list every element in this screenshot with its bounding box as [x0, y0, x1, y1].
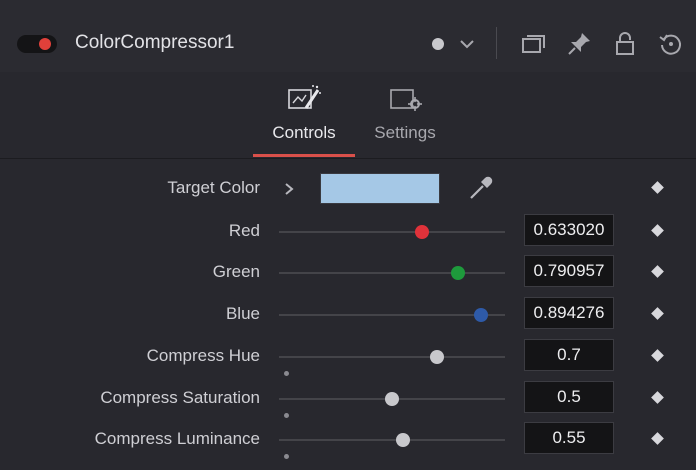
blue-slider-knob[interactable]: [474, 308, 489, 322]
pin-icon[interactable]: [565, 30, 593, 58]
chevron-down-icon[interactable]: [458, 30, 476, 58]
active-dot-icon[interactable]: [428, 30, 450, 58]
compress-hue-slider-knob[interactable]: [430, 350, 445, 364]
blue-label: Blue: [225, 304, 260, 323]
compress-hue-slider[interactable]: [279, 350, 505, 376]
red-row: Red 0.633020: [0, 211, 696, 251]
enable-dot-icon: [39, 38, 51, 50]
compress-saturation-label: Compress Saturation: [100, 388, 260, 407]
compress-hue-label: Compress Hue: [146, 346, 260, 365]
controls-panel: Target Color Red 0.633020 Green 0.790957…: [0, 159, 696, 470]
default-value-marker: [284, 371, 289, 376]
lock-icon[interactable]: [612, 30, 638, 58]
compress-luminance-slider[interactable]: [279, 433, 505, 459]
target-color-swatch[interactable]: [320, 173, 440, 204]
inspector-tabs: Controls Settings: [0, 72, 696, 159]
compress-luminance-slider-knob[interactable]: [396, 433, 411, 447]
red-value-field[interactable]: 0.633020: [524, 214, 614, 246]
keyframe-diamond-icon[interactable]: [651, 265, 664, 278]
chevron-right-icon[interactable]: [281, 180, 297, 198]
red-slider-knob[interactable]: [415, 225, 430, 239]
blue-row: Blue 0.894276: [0, 294, 696, 334]
node-title: ColorCompressor1: [75, 32, 235, 53]
versions-icon[interactable]: [519, 30, 547, 58]
reset-icon[interactable]: [657, 30, 685, 58]
eyedropper-icon[interactable]: [467, 176, 493, 202]
blue-value-field[interactable]: 0.894276: [524, 297, 614, 329]
compress-hue-row: Compress Hue 0.7: [0, 336, 696, 376]
default-value-marker: [284, 413, 289, 418]
green-value-field[interactable]: 0.790957: [524, 255, 614, 287]
keyframe-diamond-icon[interactable]: [651, 391, 664, 404]
settings-tab-icon: [390, 89, 422, 111]
compress-saturation-value-field[interactable]: 0.5: [524, 381, 614, 413]
tab-settings[interactable]: Settings: [363, 72, 447, 158]
compress-luminance-label: Compress Luminance: [94, 429, 260, 448]
compress-hue-value-field[interactable]: 0.7: [524, 339, 614, 371]
red-label: Red: [228, 221, 260, 240]
compress-luminance-value-field[interactable]: 0.55: [524, 422, 614, 454]
red-slider[interactable]: [279, 225, 505, 239]
tab-settings-label: Settings: [374, 123, 436, 142]
compress-saturation-slider[interactable]: [279, 392, 505, 418]
target-color-label: Target Color: [167, 178, 260, 197]
node-enable-toggle[interactable]: [17, 35, 57, 53]
active-tab-indicator: [253, 154, 355, 157]
blue-slider[interactable]: [279, 308, 505, 322]
green-slider-knob[interactable]: [450, 266, 465, 280]
keyframe-diamond-icon[interactable]: [651, 432, 664, 445]
node-header: ColorCompressor1: [0, 0, 696, 73]
compress-luminance-row: Compress Luminance 0.55: [0, 419, 696, 459]
keyframe-diamond-icon[interactable]: [651, 224, 664, 237]
green-row: Green 0.790957: [0, 252, 696, 292]
tab-controls[interactable]: Controls: [251, 72, 357, 158]
header-divider: [496, 27, 497, 59]
keyframe-diamond-icon[interactable]: [651, 349, 664, 362]
compress-saturation-row: Compress Saturation 0.5: [0, 378, 696, 418]
compress-saturation-slider-knob[interactable]: [385, 392, 399, 406]
target-color-row: Target Color: [0, 168, 696, 208]
green-label: Green: [212, 262, 260, 281]
keyframe-diamond-icon[interactable]: [651, 307, 664, 320]
controls-tab-icon: [288, 85, 321, 109]
tab-controls-label: Controls: [272, 123, 336, 142]
default-value-marker: [284, 454, 289, 459]
green-slider[interactable]: [279, 266, 505, 280]
keyframe-diamond-icon[interactable]: [651, 181, 664, 194]
